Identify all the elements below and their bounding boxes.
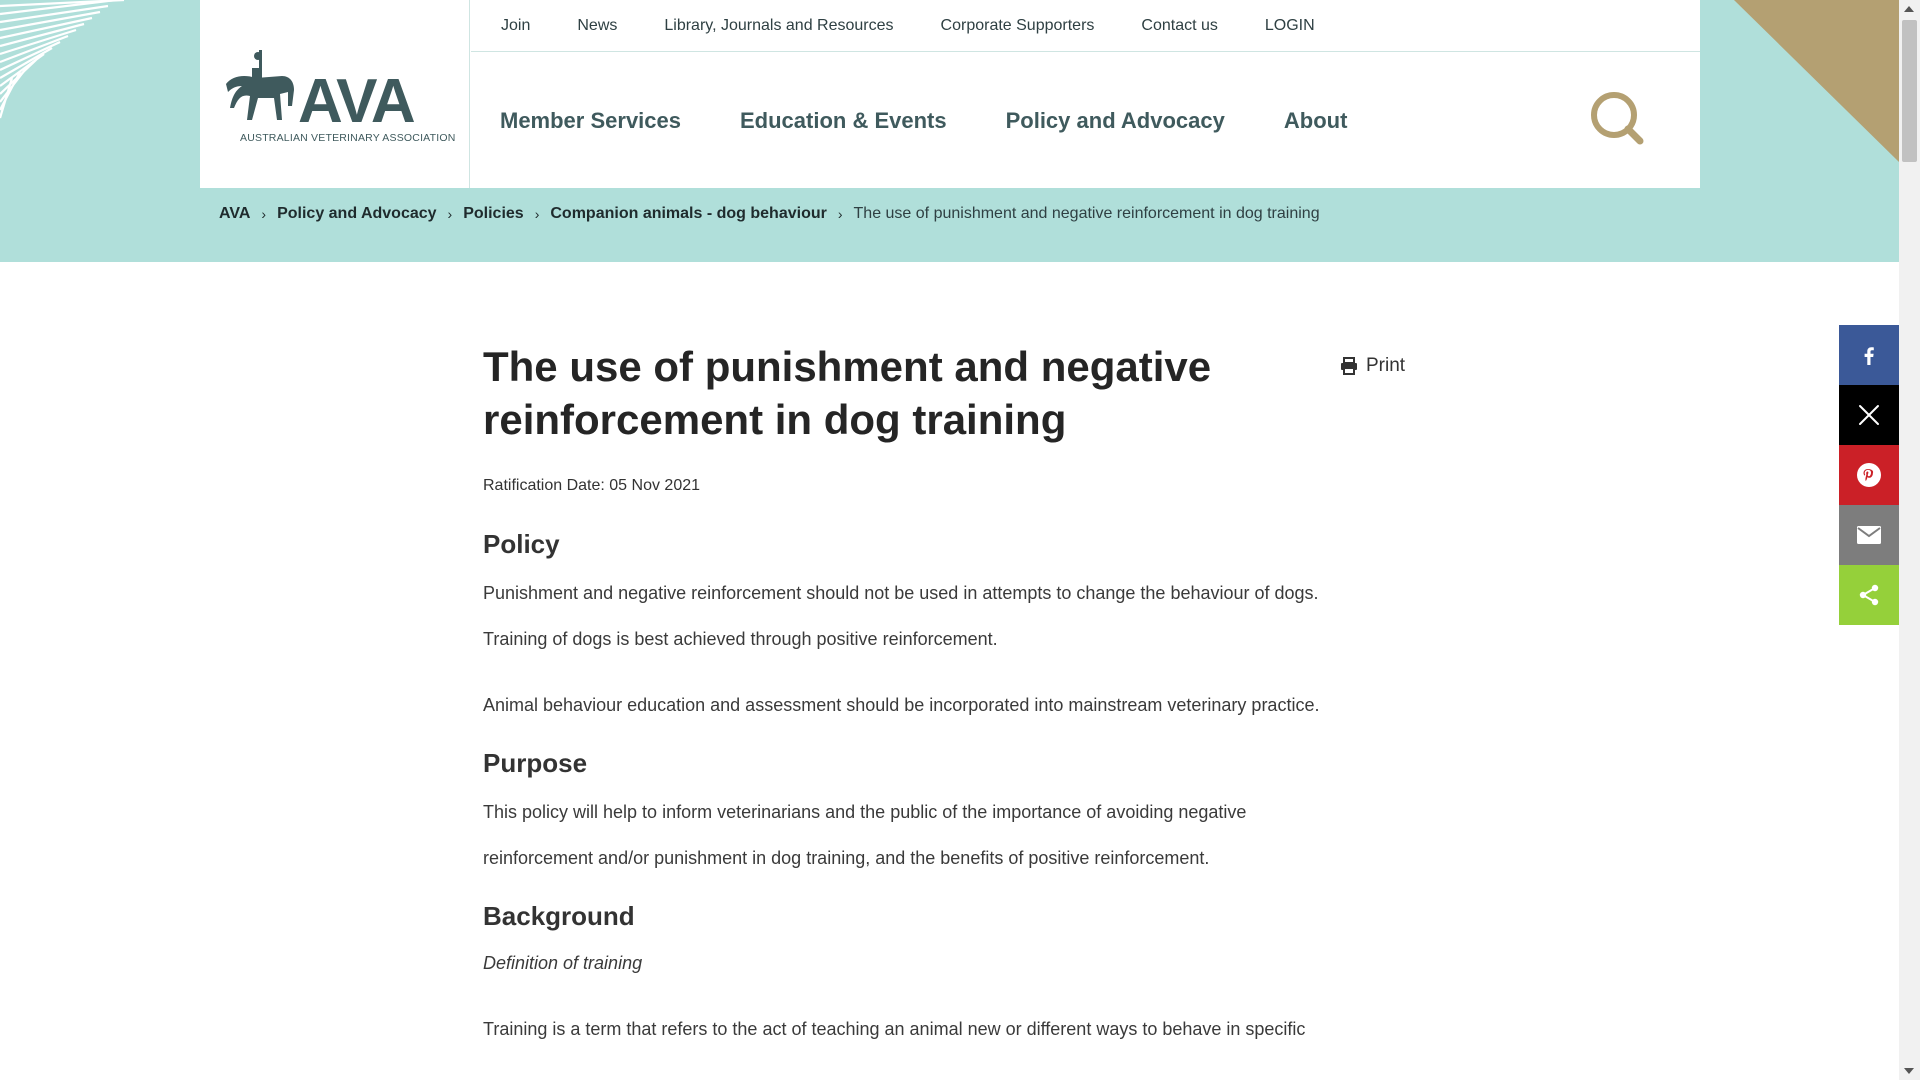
section-heading-background: Background [483,901,635,931]
page-title: The use of punishment and negative reinf… [483,343,1212,443]
corner-triangle-decoration [1734,0,1899,162]
scrollbar-thumb[interactable] [1902,20,1917,162]
breadcrumb-separator: › [837,206,843,222]
logo-link[interactable]: AVA AUSTRALIAN VETERINARY ASSOCIATION [200,0,470,188]
site-header: AVA AUSTRALIAN VETERINARY ASSOCIATION Jo… [200,0,1700,188]
facebook-icon [1864,347,1874,365]
nav-contact-us[interactable]: Contact us [1141,17,1217,35]
share-icon [1859,584,1879,606]
print-button[interactable]: Print [1340,355,1405,377]
share-pinterest-button[interactable] [1839,445,1899,505]
printer-icon [1341,357,1357,375]
background-paragraph: Training is a term that refers to the ac… [483,1019,1306,1039]
article-content: The use of punishment and negative reinf… [483,340,1408,1052]
nav-join[interactable]: Join [501,17,530,35]
breadcrumb-ava[interactable]: AVA [219,205,250,223]
scroll-up-arrow-icon[interactable] [1904,6,1914,12]
nav-about[interactable]: About [1284,108,1348,134]
page-scrollbar[interactable] [1899,0,1920,1080]
policy-paragraph: Training of dogs is best achieved throug… [483,629,998,649]
x-icon [1859,405,1879,425]
main-nav: Member Services Education & Events Polic… [471,53,1700,188]
utility-nav: Join News Library, Journals and Resource… [471,0,1700,52]
ava-logo-icon: AVA [226,50,417,128]
background-subheading: Definition of training [483,953,643,973]
ratification-date: Ratification Date: 05 Nov 2021 [483,477,701,494]
breadcrumb-separator: › [261,206,267,222]
nav-corporate-supporters[interactable]: Corporate Supporters [941,17,1095,35]
breadcrumb-dog-behaviour[interactable]: Companion animals - dog behaviour [550,205,826,223]
nav-education-events[interactable]: Education & Events [740,108,947,134]
email-icon [1857,526,1881,544]
breadcrumb-policies[interactable]: Policies [463,205,523,223]
nav-policy-advocacy[interactable]: Policy and Advocacy [1006,108,1225,134]
section-heading-purpose: Purpose [483,748,588,778]
scroll-down-arrow-icon[interactable] [1904,1068,1914,1074]
search-icon [1591,92,1644,145]
nav-library[interactable]: Library, Journals and Resources [664,17,893,35]
share-x-button[interactable] [1839,385,1899,445]
stripes-decoration [0,0,125,119]
social-share-bar [1839,325,1899,625]
purpose-paragraph: This policy will help to inform veterina… [483,802,1247,868]
logo-wordmark: AVA [298,67,415,128]
breadcrumb: AVA › Policy and Advocacy › Policies › C… [219,205,1320,223]
nav-member-services[interactable]: Member Services [500,108,681,134]
share-generic-button[interactable] [1839,565,1899,625]
breadcrumb-separator: › [447,206,453,222]
share-facebook-button[interactable] [1839,325,1899,385]
logo-subtitle: AUSTRALIAN VETERINARY ASSOCIATION [240,132,456,144]
nav-login[interactable]: LOGIN [1265,17,1315,35]
policy-paragraph: Punishment and negative reinforcement sh… [483,583,1319,603]
breadcrumb-current: The use of punishment and negative reinf… [853,205,1320,222]
section-heading-policy: Policy [483,529,560,559]
print-label: Print [1366,355,1406,376]
policy-paragraph: Animal behaviour education and assessmen… [483,695,1320,715]
breadcrumb-separator: › [534,206,540,222]
pinterest-icon [1857,463,1881,487]
search-button[interactable] [1588,89,1650,151]
nav-news[interactable]: News [577,17,617,35]
breadcrumb-policy-advocacy[interactable]: Policy and Advocacy [277,205,436,223]
share-email-button[interactable] [1839,505,1899,565]
